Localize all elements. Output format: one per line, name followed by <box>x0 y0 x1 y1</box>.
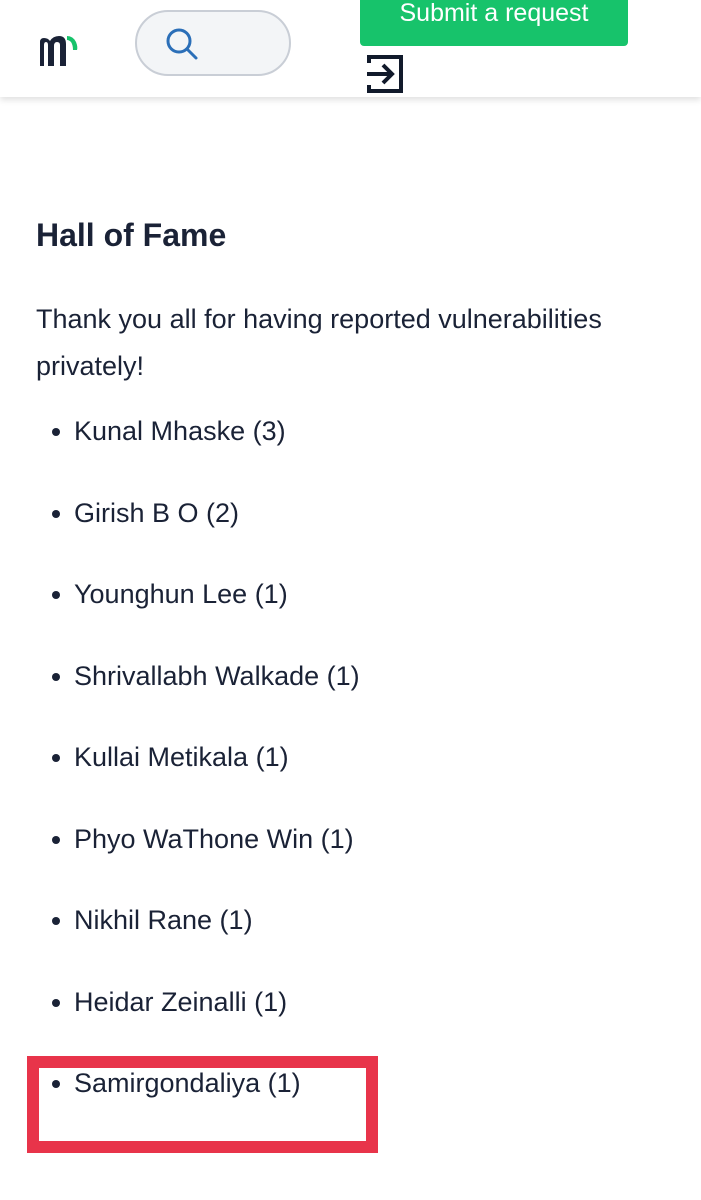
intro-text: Thank you all for having reported vulner… <box>36 304 602 381</box>
list-item: Younghun Lee (1) <box>36 575 676 657</box>
search-input[interactable] <box>135 10 291 76</box>
list-item: Heidar Zeinalli (1) <box>36 983 676 1065</box>
search-icon <box>166 28 198 60</box>
list-item: Samirgondaliya (1) <box>36 1064 676 1146</box>
hall-of-fame-list: Kunal Mhaske (3) Girish B O (2) Younghun… <box>36 412 676 1146</box>
site-header: Submit a request <box>0 0 701 97</box>
list-item: Girish B O (2) <box>36 494 676 576</box>
list-item: Shrivallabh Walkade (1) <box>36 657 676 739</box>
page-title: Hall of Fame <box>36 217 227 253</box>
list-item: Nikhil Rane (1) <box>36 901 676 983</box>
list-item: Kunal Mhaske (3) <box>36 412 676 494</box>
list-item: Phyo WaThone Win (1) <box>36 820 676 902</box>
sign-in-icon[interactable] <box>365 53 407 95</box>
submit-request-button[interactable]: Submit a request <box>360 0 628 46</box>
brand-logo[interactable] <box>36 30 96 70</box>
list-item: Kullai Metikala (1) <box>36 738 676 820</box>
article-body: Hall of Fame Thank you all for having re… <box>36 210 676 1146</box>
